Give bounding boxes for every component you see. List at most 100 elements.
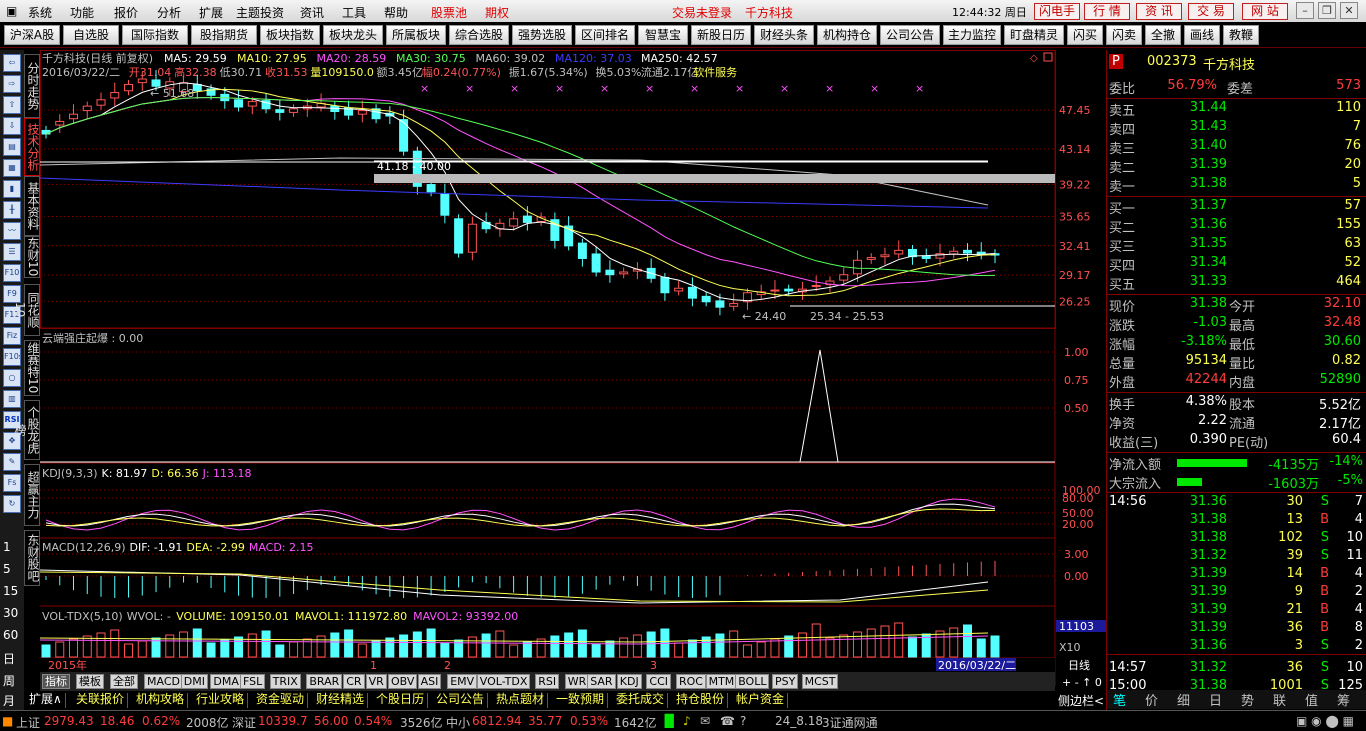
side-tab-0[interactable]: 分时走势	[24, 54, 40, 118]
toolbar-btn-9[interactable]: 区间排名	[575, 25, 635, 45]
toolbar-btn-19[interactable]: 全撤	[1145, 25, 1181, 45]
trade-button[interactable]: 交 易	[1188, 3, 1234, 20]
ind-tab-16[interactable]: WR	[564, 674, 590, 689]
ind-tab-13[interactable]: EMV	[447, 674, 478, 689]
ind-tab-6[interactable]: FSL	[240, 674, 266, 689]
ext-tab-3[interactable]: 行业攻略	[193, 693, 249, 708]
bottom-tab-1[interactable]: 价	[1145, 690, 1158, 709]
bars-icon[interactable]: ▮	[3, 180, 21, 198]
ext-tab-9[interactable]: 一致预期	[553, 693, 609, 708]
help-icon[interactable]: ?	[740, 714, 746, 728]
side-tab-5[interactable]: 维赛特10	[24, 340, 40, 396]
tray-icons[interactable]: ▣ ◉ ⬤ ▦	[1296, 714, 1354, 728]
ext-tab-0[interactable]: 扩展∧	[26, 693, 66, 708]
ext-tab-12[interactable]: 帐户资金	[733, 693, 789, 708]
circle-icon[interactable]: ○	[3, 369, 21, 387]
ind-tab-11[interactable]: OBV	[388, 674, 418, 689]
stock-chart[interactable]: 千方科技(日线 前复权) MA5: 29.59 MA10: 27.95 MA20: …	[40, 50, 1106, 710]
menu-function[interactable]: 功能	[70, 4, 94, 21]
ind-tab-12[interactable]: ASI	[417, 674, 442, 689]
ind-tab-19[interactable]: CCI	[646, 674, 671, 689]
toolbar-btn-0[interactable]: 沪深A股	[4, 25, 60, 45]
period-label[interactable]: 日线	[1068, 658, 1090, 672]
toolbar-btn-7[interactable]: 综合选股	[449, 25, 509, 45]
toolbar-btn-8[interactable]: 强势选股	[512, 25, 572, 45]
ind-tab-7[interactable]: TRIX	[269, 674, 301, 689]
line-icon[interactable]: 〰	[3, 222, 21, 240]
side-tab-6[interactable]: 个股龙虎榜	[13, 400, 40, 460]
bell-icon[interactable]: ♪	[683, 714, 691, 728]
close-icon[interactable]: ✕	[1340, 2, 1358, 19]
menu-tools[interactable]: 工具	[342, 4, 366, 21]
f10s-icon[interactable]: F10s	[3, 348, 21, 366]
ext-tab-2[interactable]: 机构攻略	[133, 693, 189, 708]
toolbar-btn-4[interactable]: 板块指数	[260, 25, 320, 45]
minimize-icon[interactable]: –	[1296, 2, 1314, 19]
ind-tab-21[interactable]: MTM	[705, 674, 738, 689]
ind-tab-5[interactable]: DMA	[210, 674, 242, 689]
toolbar-btn-17[interactable]: 闪买	[1067, 25, 1103, 45]
ext-tab-4[interactable]: 资金驱动	[253, 693, 309, 708]
quote-button[interactable]: 行 情	[1084, 3, 1130, 20]
website-button[interactable]: 网 站	[1242, 3, 1288, 20]
chat-icon[interactable]: ☎	[720, 714, 735, 728]
ext-tab-1[interactable]: 关联报价	[73, 693, 129, 708]
f10-icon[interactable]: F10	[3, 264, 21, 282]
left-arrow-icon[interactable]: ⇦	[3, 54, 21, 72]
sh-label[interactable]: 上证	[16, 714, 40, 731]
menu-theme[interactable]: 主题投资	[236, 4, 284, 21]
sz-label[interactable]: 深证	[232, 714, 256, 731]
ext-tab-11[interactable]: 持仓股份	[673, 693, 729, 708]
ind-tab-23[interactable]: PSY	[772, 674, 799, 689]
period-30[interactable]: 30	[3, 606, 18, 620]
toolbar-btn-2[interactable]: 国际指数	[122, 25, 188, 45]
period-5[interactable]: 5	[3, 562, 11, 576]
toolbar-btn-13[interactable]: 机构持仓	[817, 25, 877, 45]
candle-icon[interactable]: ╫	[3, 201, 21, 219]
main-diamond-icon[interactable]: ◇	[1030, 53, 1038, 64]
bottom-tab-3[interactable]: 日	[1209, 690, 1222, 709]
toolbar-btn-21[interactable]: 教鞭	[1223, 25, 1259, 45]
fs-icon[interactable]: Fs	[3, 474, 21, 492]
menu-stock-pool[interactable]: 股票池	[431, 4, 467, 21]
toolbar-btn-20[interactable]: 画线	[1184, 25, 1220, 45]
pen-icon[interactable]: ✎	[3, 453, 21, 471]
f9-icon[interactable]: F9	[3, 285, 21, 303]
bottom-tab-5[interactable]: 联	[1273, 690, 1286, 709]
ind-tab-20[interactable]: ROC	[676, 674, 706, 689]
toolbar-btn-12[interactable]: 财经头条	[754, 25, 814, 45]
menu-help[interactable]: 帮助	[384, 4, 408, 21]
period-15[interactable]: 15	[3, 584, 18, 598]
ind-tab-8[interactable]: BRAR	[306, 674, 343, 689]
ind-tab-9[interactable]: CR	[343, 674, 365, 689]
ind-tab-24[interactable]: MCST	[801, 674, 839, 689]
side-tab-8[interactable]: 东财股吧	[24, 530, 40, 586]
bottom-tab-6[interactable]: 值	[1305, 690, 1318, 709]
alert-icon[interactable]: ✉	[700, 714, 710, 728]
zx-label[interactable]: 中小	[446, 714, 470, 731]
side-tab-7[interactable]: 超赢主力	[24, 464, 40, 526]
menu-extend[interactable]: 扩展	[199, 4, 223, 21]
ind-tab-3[interactable]: MACD	[144, 674, 183, 689]
ind-tab-1[interactable]: 模板	[76, 674, 104, 689]
refresh-icon[interactable]: ↻	[3, 495, 21, 513]
side-toggle[interactable]: 侧边栏<	[1058, 692, 1104, 709]
toolbar-btn-16[interactable]: 盯盘精灵	[1004, 25, 1064, 45]
news-button[interactable]: 资 讯	[1136, 3, 1182, 20]
up-arrow-icon[interactable]: ⇧	[3, 96, 21, 114]
restore-icon[interactable]: ❐	[1318, 2, 1336, 19]
side-tab-2[interactable]: 基本资料	[24, 176, 40, 236]
ind-tab-22[interactable]: BOLL	[735, 674, 770, 689]
grid-icon[interactable]: ▦	[3, 159, 21, 177]
bottom-tab-7[interactable]: 筹	[1337, 690, 1350, 709]
menu-options[interactable]: 期权	[485, 4, 509, 21]
bottom-tab-0[interactable]: 笔	[1113, 690, 1126, 709]
period-week[interactable]: 周	[3, 672, 15, 689]
period-day[interactable]: 日	[3, 650, 15, 667]
chart2-icon[interactable]: ▥	[3, 390, 21, 408]
down-arrow-icon[interactable]: ⇩	[3, 117, 21, 135]
bottom-tab-4[interactable]: 势	[1241, 690, 1254, 709]
toolbar-btn-1[interactable]: 自选股	[63, 25, 119, 45]
ind-tab-4[interactable]: DMI	[180, 674, 209, 689]
ind-tab-10[interactable]: VR	[365, 674, 387, 689]
